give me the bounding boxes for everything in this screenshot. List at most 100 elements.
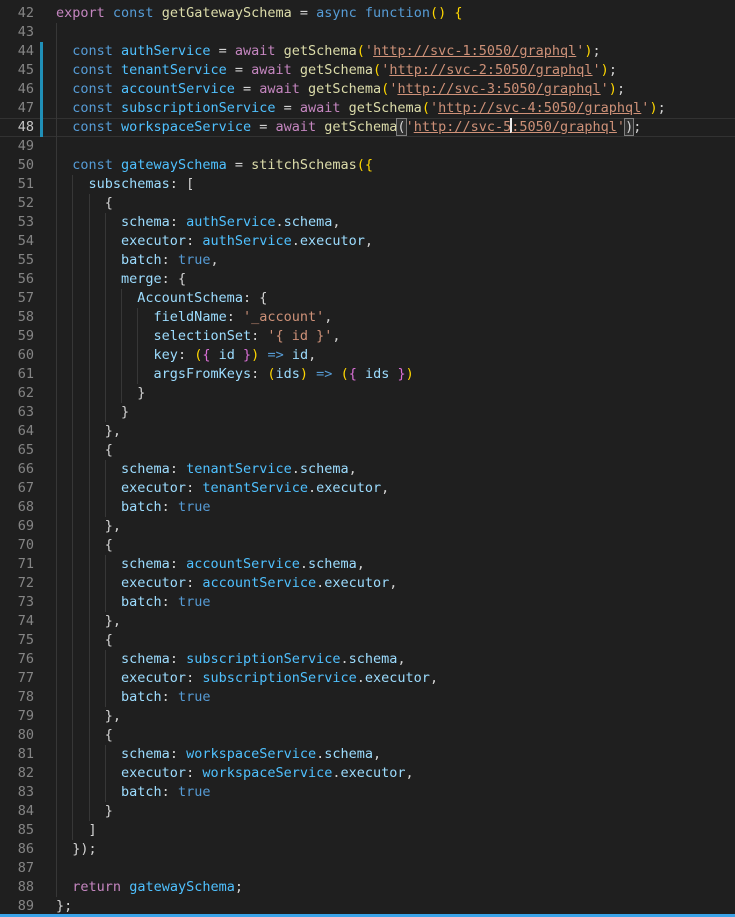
code-line[interactable]: 60 key: ({ id }) => id, bbox=[0, 346, 735, 365]
code-token: } bbox=[398, 366, 406, 382]
line-number: 88 bbox=[0, 878, 34, 897]
code-token bbox=[56, 594, 121, 610]
code-line[interactable]: 73 batch: true bbox=[0, 593, 735, 612]
code-line[interactable]: 48 const workspaceService = await getSch… bbox=[0, 118, 735, 137]
code-token: , bbox=[332, 328, 340, 344]
code-line[interactable]: 69 }, bbox=[0, 517, 735, 536]
code-line[interactable]: 67 executor: tenantService.executor, bbox=[0, 479, 735, 498]
code-token: }; bbox=[56, 898, 72, 914]
code-text: schema: subscriptionService.schema, bbox=[56, 650, 406, 669]
code-text: } bbox=[56, 802, 113, 821]
code-token: getSchema bbox=[349, 100, 422, 116]
code-token bbox=[357, 366, 365, 382]
code-token: ( bbox=[397, 119, 405, 135]
code-token: batch bbox=[121, 689, 162, 705]
code-token: accountService bbox=[121, 81, 235, 97]
code-text: export const getGatewaySchema = async fu… bbox=[56, 4, 463, 23]
code-line[interactable]: 53 schema: authService.schema, bbox=[0, 213, 735, 232]
code-line[interactable]: 49 bbox=[0, 137, 735, 156]
code-line[interactable]: 71 schema: accountService.schema, bbox=[0, 555, 735, 574]
code-line[interactable]: 65 { bbox=[0, 441, 735, 460]
code-token: ) bbox=[625, 119, 633, 135]
code-line[interactable]: 88 return gatewaySchema; bbox=[0, 878, 735, 897]
code-line[interactable]: 74 }, bbox=[0, 612, 735, 631]
code-line[interactable]: 47 const subscriptionService = await get… bbox=[0, 99, 735, 118]
line-number: 60 bbox=[0, 346, 34, 365]
code-line[interactable]: 57 AccountSchema: { bbox=[0, 289, 735, 308]
code-token bbox=[56, 271, 121, 287]
code-line[interactable]: 56 merge: { bbox=[0, 270, 735, 289]
code-token: : bbox=[251, 328, 267, 344]
code-line[interactable]: 76 schema: subscriptionService.schema, bbox=[0, 650, 735, 669]
code-token: schema bbox=[121, 214, 170, 230]
line-number: 62 bbox=[0, 384, 34, 403]
code-line[interactable]: 68 batch: true bbox=[0, 498, 735, 517]
code-token: { bbox=[105, 195, 113, 211]
code-line[interactable]: 84 } bbox=[0, 802, 735, 821]
code-token bbox=[284, 347, 292, 363]
code-line[interactable]: 64 }, bbox=[0, 422, 735, 441]
line-number: 83 bbox=[0, 783, 34, 802]
code-token bbox=[332, 366, 340, 382]
code-line[interactable]: 62 } bbox=[0, 384, 735, 403]
code-line[interactable]: 44 const authService = await getSchema('… bbox=[0, 42, 735, 61]
code-token: { bbox=[105, 537, 113, 553]
code-editor[interactable]: 42export const getGatewaySchema = async … bbox=[0, 0, 735, 916]
code-token: executor bbox=[121, 575, 186, 591]
code-text: { bbox=[56, 194, 113, 213]
code-token bbox=[56, 423, 105, 439]
code-token bbox=[113, 157, 121, 173]
code-token: , bbox=[389, 575, 397, 591]
code-line[interactable]: 78 batch: true bbox=[0, 688, 735, 707]
line-number: 79 bbox=[0, 707, 34, 726]
code-line[interactable]: 50 const gatewaySchema = stitchSchemas({ bbox=[0, 156, 735, 175]
code-line[interactable]: 46 const accountService = await getSchem… bbox=[0, 80, 735, 99]
code-token: authService bbox=[121, 43, 210, 59]
code-line[interactable]: 81 schema: workspaceService.schema, bbox=[0, 745, 735, 764]
code-token bbox=[56, 841, 72, 857]
code-token: executor bbox=[121, 765, 186, 781]
code-token: , bbox=[430, 670, 438, 686]
code-token: : bbox=[162, 784, 178, 800]
code-line[interactable]: 58 fieldName: '_account', bbox=[0, 308, 735, 327]
code-token: ' bbox=[593, 62, 601, 78]
code-token: : bbox=[186, 765, 202, 781]
code-line[interactable]: 87 bbox=[0, 859, 735, 878]
code-line[interactable]: 79 }, bbox=[0, 707, 735, 726]
code-line[interactable]: 77 executor: subscriptionService.executo… bbox=[0, 669, 735, 688]
code-text: schema: accountService.schema, bbox=[56, 555, 365, 574]
code-token: authService bbox=[202, 233, 291, 249]
line-number: 70 bbox=[0, 536, 34, 555]
code-line[interactable]: 61 argsFromKeys: (ids) => ({ ids }) bbox=[0, 365, 735, 384]
code-line[interactable]: 72 executor: accountService.executor, bbox=[0, 574, 735, 593]
line-number: 66 bbox=[0, 460, 34, 479]
code-line[interactable]: 59 selectionSet: '{ id }', bbox=[0, 327, 735, 346]
code-line[interactable]: 42export const getGatewaySchema = async … bbox=[0, 4, 735, 23]
code-line[interactable]: 75 { bbox=[0, 631, 735, 650]
line-number: 86 bbox=[0, 840, 34, 859]
code-line[interactable]: 52 { bbox=[0, 194, 735, 213]
code-token: await bbox=[235, 43, 276, 59]
code-line[interactable]: 51 subschemas: [ bbox=[0, 175, 735, 194]
code-line[interactable]: 45 const tenantService = await getSchema… bbox=[0, 61, 735, 80]
code-token: true bbox=[178, 499, 211, 515]
line-number: 75 bbox=[0, 631, 34, 650]
code-line[interactable]: 43 bbox=[0, 23, 735, 42]
line-number: 67 bbox=[0, 479, 34, 498]
code-line[interactable]: 54 executor: authService.executor, bbox=[0, 232, 735, 251]
code-line[interactable]: 70 { bbox=[0, 536, 735, 555]
code-token: , bbox=[357, 556, 365, 572]
code-line[interactable]: 80 { bbox=[0, 726, 735, 745]
code-line[interactable]: 86 }); bbox=[0, 840, 735, 859]
code-line[interactable]: 66 schema: tenantService.schema, bbox=[0, 460, 735, 479]
code-line[interactable]: 82 executor: workspaceService.executor, bbox=[0, 764, 735, 783]
code-token: ) bbox=[601, 62, 609, 78]
code-line[interactable]: 83 batch: true bbox=[0, 783, 735, 802]
code-token bbox=[56, 195, 105, 211]
code-token: ( bbox=[267, 366, 275, 382]
code-line[interactable]: 63 } bbox=[0, 403, 735, 422]
line-number: 58 bbox=[0, 308, 34, 327]
code-line[interactable]: 55 batch: true, bbox=[0, 251, 735, 270]
code-line[interactable]: 85 ] bbox=[0, 821, 735, 840]
code-token bbox=[56, 176, 89, 192]
